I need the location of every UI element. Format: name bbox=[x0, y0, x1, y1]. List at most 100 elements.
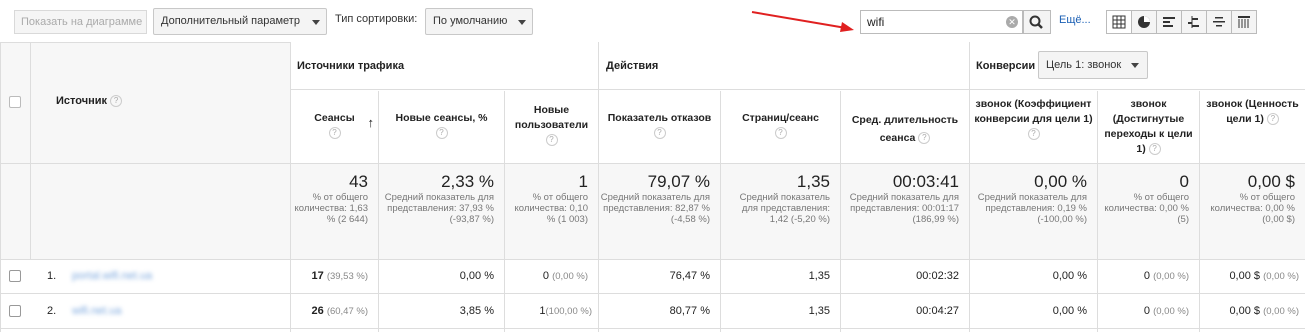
search-button[interactable] bbox=[1023, 10, 1051, 34]
row-pages: 1,35 bbox=[721, 305, 840, 317]
help-icon[interactable]: ? bbox=[328, 127, 341, 140]
cell-pct: (39,53 %) bbox=[326, 271, 368, 282]
grid-icon bbox=[1112, 15, 1126, 29]
more-options-link[interactable]: Ещё... bbox=[1059, 14, 1091, 26]
view-switcher bbox=[1106, 10, 1257, 34]
annotation-arrow-icon bbox=[751, 11, 854, 32]
select-all-checkbox[interactable] bbox=[9, 96, 21, 108]
cell-value: 17 bbox=[311, 270, 324, 282]
cell-value: 3,85 % bbox=[459, 305, 494, 317]
table-header-left bbox=[0, 42, 290, 164]
row-pages: 1,35 bbox=[721, 270, 840, 282]
row-sessions: 17 (39,53 %) bbox=[291, 270, 378, 282]
row-duration: 00:04:27 bbox=[841, 305, 969, 317]
col-new-sessions-label: Новые сеансы, % bbox=[395, 112, 488, 124]
secondary-dimension-dropdown[interactable]: Дополнительный параметр bbox=[153, 8, 327, 35]
col-avg-session-duration[interactable]: Сред. длительность сеанса ? bbox=[841, 91, 969, 163]
total-value: 79,07 % bbox=[647, 172, 710, 191]
row-completions: 0 (0,00 %) bbox=[1098, 270, 1199, 282]
source-link[interactable]: wifi.net.ua bbox=[72, 305, 122, 317]
col-conv-rate-label: звонок (Коэффициент конверсии для цели 1… bbox=[974, 98, 1093, 125]
goal-select-value: Цель 1: звонок bbox=[1046, 59, 1122, 71]
row-checkbox[interactable] bbox=[9, 270, 21, 282]
pie-view-button[interactable] bbox=[1131, 10, 1157, 34]
search-icon bbox=[1029, 15, 1043, 29]
cell-pct: (60,47 %) bbox=[326, 306, 368, 317]
cell-value: 80,77 % bbox=[669, 305, 710, 317]
col-bounce-rate-label: Показатель отказов bbox=[607, 112, 712, 124]
row-sessions: 26 (60,47 %) bbox=[291, 305, 378, 317]
cell-value: 00:02:32 bbox=[916, 270, 959, 282]
sort-type-dropdown[interactable]: По умолчанию bbox=[425, 8, 533, 35]
row-new-users: 1(100,00 %) bbox=[505, 305, 598, 317]
row-duration: 00:02:32 bbox=[841, 270, 969, 282]
row-conv-rate: 0,00 % bbox=[970, 270, 1097, 282]
source-link[interactable]: portal.wifi.net.ua bbox=[72, 270, 152, 282]
cell-value: 0 bbox=[542, 270, 550, 282]
total-new-users: 1 % от общего количества: 0,10 % (1 003) bbox=[505, 172, 598, 225]
cell-value: 0 bbox=[1143, 305, 1151, 317]
group-conversions: Конверсии bbox=[976, 60, 1036, 72]
row-bounce-rate: 80,77 % bbox=[599, 305, 720, 317]
pie-chart-icon bbox=[1138, 16, 1150, 28]
total-sub: % от общего количества: 0,10 % (1 003) bbox=[514, 192, 588, 225]
col-new-users-label: Новые пользователи bbox=[514, 104, 589, 131]
help-icon[interactable]: ? bbox=[110, 95, 123, 108]
col-new-sessions-pct[interactable]: Новые сеансы, % ? bbox=[379, 91, 504, 163]
col-goal-completions[interactable]: звонок (Достигнутые переходы к цели 1) ? bbox=[1098, 91, 1199, 163]
cell-value: 0,00 % bbox=[1052, 305, 1087, 317]
col-goal-value[interactable]: звонок (Ценность цели 1) ? bbox=[1200, 91, 1305, 163]
col-sessions[interactable]: Сеансы ? ↑ bbox=[291, 91, 378, 163]
total-sessions: 43 % от общего количества: 1,63 % (2 644… bbox=[291, 172, 378, 225]
row-new-users: 0 (0,00 %) bbox=[505, 270, 598, 282]
row-checkbox[interactable] bbox=[9, 305, 21, 317]
pivot-view-button[interactable] bbox=[1231, 10, 1257, 34]
total-pages: 1,35 Средний показатель для представлени… bbox=[721, 172, 840, 225]
show-on-chart-button[interactable]: Показать на диаграмме bbox=[14, 10, 147, 34]
help-icon[interactable]: ? bbox=[1027, 128, 1040, 141]
group-traffic-sources: Источники трафика bbox=[297, 60, 405, 72]
cell-value: 0 bbox=[1143, 270, 1151, 282]
total-value: 1,35 bbox=[796, 172, 830, 191]
row-conv-rate: 0,00 % bbox=[970, 305, 1097, 317]
comparison-view-button[interactable] bbox=[1181, 10, 1207, 34]
col-goal-conversion-rate[interactable]: звонок (Коэффициент конверсии для цели 1… bbox=[970, 91, 1097, 163]
secondary-dimension-label: Дополнительный параметр bbox=[161, 15, 300, 27]
table-view-button[interactable] bbox=[1106, 10, 1132, 34]
cell-value: 0,00 $ bbox=[1229, 270, 1261, 282]
chevron-down-icon bbox=[312, 20, 320, 25]
group-actions: Действия bbox=[606, 60, 659, 72]
cell-value: 0,00 % bbox=[1052, 270, 1087, 282]
source-column-header[interactable]: Источник ? bbox=[56, 95, 123, 108]
col-pages-per-session[interactable]: Страниц/сеанс ? bbox=[721, 91, 840, 163]
table-search-input[interactable]: wifi bbox=[860, 10, 1023, 34]
goal-select-dropdown[interactable]: Цель 1: звонок bbox=[1038, 51, 1148, 79]
cell-pct: (0,00 %) bbox=[1153, 271, 1189, 282]
help-icon[interactable]: ? bbox=[1148, 143, 1161, 156]
col-new-users[interactable]: Новые пользователи ? bbox=[505, 91, 598, 163]
chevron-down-icon bbox=[518, 20, 526, 25]
help-icon[interactable]: ? bbox=[435, 127, 448, 140]
row-goal-value: 0,00 $ (0,00 %) bbox=[1200, 270, 1305, 282]
help-icon[interactable]: ? bbox=[774, 127, 787, 140]
help-icon[interactable]: ? bbox=[1266, 113, 1279, 126]
total-value: 0,00 % bbox=[1034, 172, 1087, 191]
total-value: 00:03:41 bbox=[892, 172, 959, 191]
sort-type-value: По умолчанию bbox=[433, 15, 508, 27]
cell-value: 0,00 $ bbox=[1229, 305, 1261, 317]
total-new-sessions: 2,33 % Средний показатель для представле… bbox=[379, 172, 504, 225]
col-bounce-rate[interactable]: Показатель отказов ? bbox=[599, 91, 720, 163]
cell-pct: (0,00 %) bbox=[1263, 306, 1299, 317]
total-sub: Средний показатель для представления: 00… bbox=[849, 192, 959, 225]
cell-value: 1,35 bbox=[808, 270, 830, 282]
cell-pct: (0,00 %) bbox=[1153, 306, 1189, 317]
clear-search-icon[interactable]: ✕ bbox=[1006, 16, 1018, 28]
row-bounce-rate: 76,47 % bbox=[599, 270, 720, 282]
report-toolbar: Показать на диаграмме Дополнительный пар… bbox=[0, 0, 1305, 42]
performance-view-button[interactable] bbox=[1156, 10, 1182, 34]
term-cloud-view-button[interactable] bbox=[1206, 10, 1232, 34]
total-sub: % от общего количества: 0,00 % (5) bbox=[1104, 192, 1189, 225]
help-icon[interactable]: ? bbox=[653, 127, 666, 140]
help-icon[interactable]: ? bbox=[918, 132, 931, 145]
help-icon[interactable]: ? bbox=[545, 134, 558, 147]
